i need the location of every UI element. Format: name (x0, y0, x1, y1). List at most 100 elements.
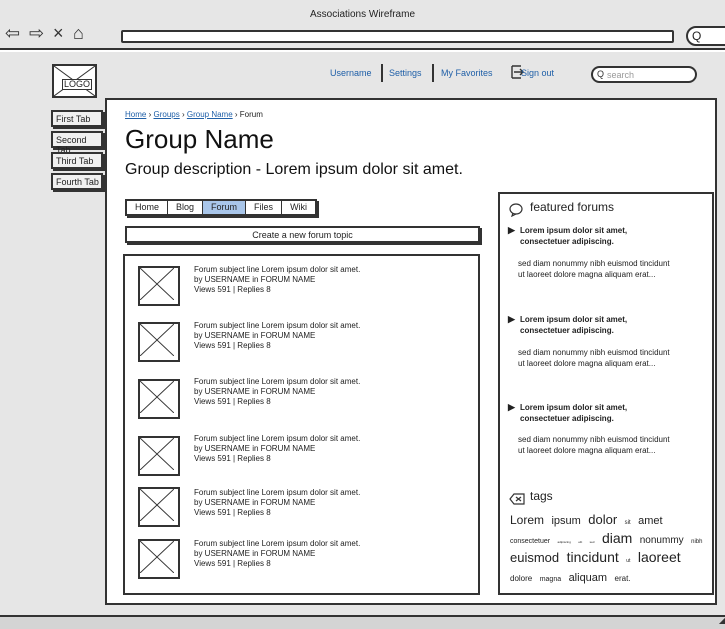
tab-files[interactable]: Files (246, 201, 283, 214)
thumbnail-placeholder-icon (138, 539, 180, 579)
tag-link[interactable]: adipiscing (558, 540, 571, 544)
group-tab-bar: Home Blog Forum Files Wiki (125, 199, 318, 216)
list-item[interactable]: Forum subject line Lorem ipsum dolor sit… (125, 369, 480, 419)
side-tab-fourth[interactable]: Fourth Tab (51, 173, 103, 190)
tag-link[interactable]: elit (578, 540, 582, 544)
triangle-bullet-icon: ▶ (508, 314, 515, 324)
create-topic-button[interactable]: Create a new forum topic (125, 226, 480, 243)
logo-placeholder: LOGO (52, 64, 97, 98)
favorites-link[interactable]: My Favorites (441, 68, 493, 78)
tag-link[interactable]: erat. (615, 574, 631, 583)
triangle-bullet-icon: ▶ (508, 225, 515, 235)
topic-text: Forum subject line Lorem ipsum dolor sit… (194, 434, 360, 464)
tab-blog[interactable]: Blog (168, 201, 204, 214)
side-tab-first[interactable]: First Tab (51, 110, 103, 127)
forward-arrow-icon[interactable]: ⇨ (29, 24, 44, 42)
breadcrumb-current: Forum (239, 110, 263, 119)
settings-link[interactable]: Settings (389, 68, 422, 78)
topic-author: by USERNAME in FORUM NAME (194, 549, 316, 558)
topic-author: by USERNAME in FORUM NAME (194, 387, 316, 396)
tag-link[interactable]: tincidunt (567, 549, 619, 565)
topic-subject[interactable]: Forum subject line Lorem ipsum dolor sit… (194, 265, 360, 275)
home-icon[interactable]: ⌂ (73, 24, 84, 42)
tag-link[interactable]: magna (540, 576, 561, 583)
list-item[interactable]: Forum subject line Lorem ipsum dolor sit… (125, 312, 480, 362)
back-arrow-icon[interactable]: ⇦ (5, 24, 20, 42)
featured-forum-title[interactable]: ▶ Lorem ipsum dolor sit amet, consectetu… (508, 402, 678, 424)
thumbnail-placeholder-icon (138, 322, 180, 362)
divider (432, 64, 434, 82)
list-item[interactable]: Forum subject line Lorem ipsum dolor sit… (125, 426, 480, 476)
featured-forum-excerpt: sed diam nonummy nibh euismod tincidunt … (518, 435, 670, 455)
tab-home[interactable]: Home (127, 201, 169, 214)
tab-wiki[interactable]: Wiki (282, 201, 315, 214)
breadcrumb: Home › Groups › Group Name › Forum (125, 110, 263, 119)
breadcrumb-home[interactable]: Home (125, 110, 146, 119)
tag-link[interactable]: dolor (588, 512, 617, 527)
right-sidebar: featured forums ▶ Lorem ipsum dolor sit … (498, 192, 714, 595)
tag-link[interactable]: ut (626, 558, 630, 564)
topic-text: Forum subject line Lorem ipsum dolor sit… (194, 377, 360, 407)
tag-link[interactable]: euismod (510, 550, 559, 565)
topic-text: Forum subject line Lorem ipsum dolor sit… (194, 265, 360, 295)
topic-text: Forum subject line Lorem ipsum dolor sit… (194, 488, 360, 518)
tag-link[interactable]: aliquam (569, 572, 608, 584)
breadcrumb-group-name[interactable]: Group Name (187, 110, 233, 119)
sign-out-link[interactable]: Sign out (521, 68, 554, 78)
divider (381, 64, 383, 82)
topic-subject[interactable]: Forum subject line Lorem ipsum dolor sit… (194, 434, 360, 444)
close-tab-icon[interactable]: × (53, 24, 64, 42)
featured-forum-excerpt: sed diam nonummy nibh euismod tincidunt … (518, 259, 670, 279)
tag-link[interactable]: sit (625, 520, 631, 526)
tag-link[interactable]: consectetuer (510, 538, 550, 545)
tag-link[interactable]: Lorem (510, 513, 544, 527)
window-title: Associations Wireframe (309, 9, 416, 20)
tag-link[interactable]: diam (602, 530, 632, 546)
browser-search-field[interactable]: Q (686, 26, 725, 46)
breadcrumb-groups[interactable]: Groups (153, 110, 179, 119)
side-tab-third[interactable]: Third Tab (51, 152, 103, 169)
tag-link[interactable]: amet (638, 515, 662, 527)
tab-forum[interactable]: Forum (203, 201, 247, 214)
topic-stats: Views 591 | Replies 8 (194, 454, 271, 463)
search-placeholder: search (607, 70, 635, 80)
thumbnail-placeholder-icon (138, 487, 180, 527)
search-icon: Q (597, 69, 605, 79)
tag-link[interactable]: sed (590, 540, 595, 544)
logo-label: LOGO (62, 79, 93, 90)
topic-subject[interactable]: Forum subject line Lorem ipsum dolor sit… (194, 488, 360, 498)
list-item[interactable]: Forum subject line Lorem ipsum dolor sit… (125, 482, 480, 532)
forum-topic-list: Forum subject line Lorem ipsum dolor sit… (123, 254, 480, 595)
username-link[interactable]: Username (330, 68, 372, 78)
list-item[interactable]: Forum subject line Lorem ipsum dolor sit… (125, 256, 480, 306)
search-icon: Q (692, 29, 702, 43)
featured-forum-title[interactable]: ▶ Lorem ipsum dolor sit amet, consectetu… (508, 225, 678, 247)
tag-link[interactable]: nibh (691, 539, 702, 545)
tag-link[interactable]: ipsum (551, 515, 580, 527)
scroll-corner-icon: ◢ (718, 616, 725, 625)
address-bar[interactable] (121, 30, 674, 43)
status-bar (0, 615, 725, 629)
topic-stats: Views 591 | Replies 8 (194, 559, 271, 568)
triangle-bullet-icon: ▶ (508, 402, 515, 412)
side-tab-second[interactable]: Second Tab (51, 131, 103, 155)
speech-bubble-icon (509, 203, 523, 218)
topic-subject[interactable]: Forum subject line Lorem ipsum dolor sit… (194, 377, 360, 387)
topic-subject[interactable]: Forum subject line Lorem ipsum dolor sit… (194, 539, 360, 549)
list-item[interactable]: Forum subject line Lorem ipsum dolor sit… (125, 536, 480, 586)
topic-subject[interactable]: Forum subject line Lorem ipsum dolor sit… (194, 321, 360, 331)
breadcrumb-separator: › (234, 110, 238, 119)
featured-forum-title[interactable]: ▶ Lorem ipsum dolor sit amet, consectetu… (508, 314, 678, 336)
topic-stats: Views 591 | Replies 8 (194, 508, 271, 517)
site-search-input[interactable]: Q search (591, 66, 697, 83)
topic-stats: Views 591 | Replies 8 (194, 285, 271, 294)
tag-link[interactable]: dolore (510, 574, 532, 583)
thumbnail-placeholder-icon (138, 379, 180, 419)
tag-link[interactable]: nonummy (640, 535, 684, 546)
tag-link[interactable]: laoreet (638, 549, 681, 565)
thumbnail-placeholder-icon (138, 266, 180, 306)
topic-author: by USERNAME in FORUM NAME (194, 275, 316, 284)
page-title: Group Name (125, 124, 274, 154)
topic-text: Forum subject line Lorem ipsum dolor sit… (194, 321, 360, 351)
tag-cloud: Lorem ipsum dolor sit amet consectetuer … (510, 512, 710, 587)
